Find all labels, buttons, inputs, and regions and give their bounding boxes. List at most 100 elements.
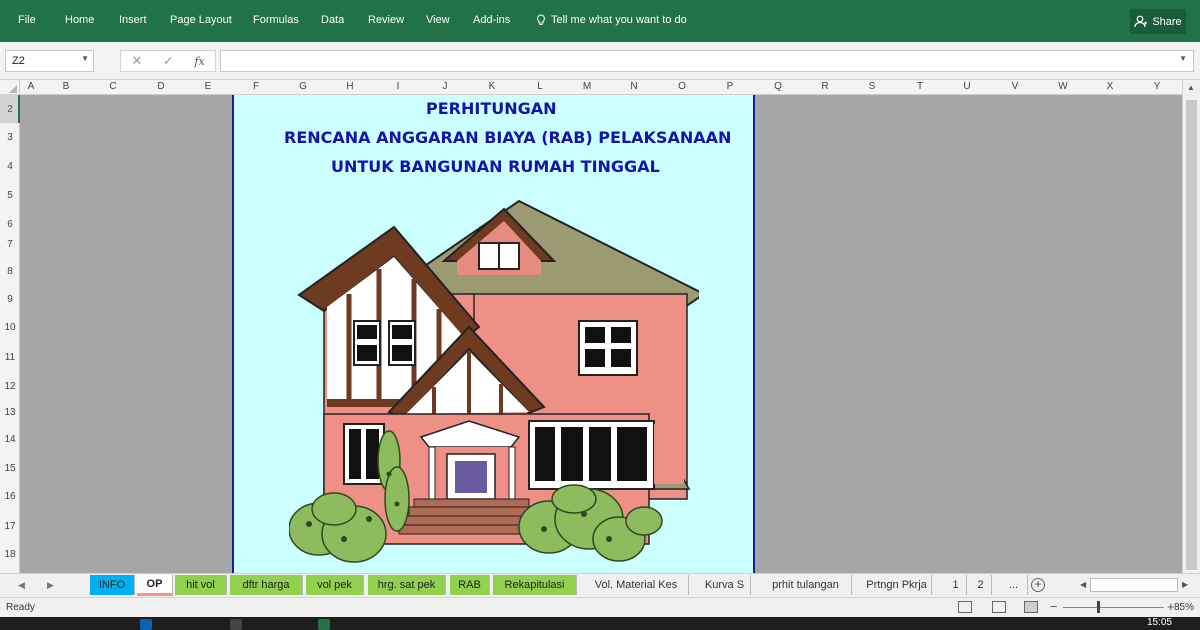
column-header-u[interactable]: U [957, 81, 977, 92]
sheet-tab-hit-vol[interactable]: hit vol [175, 575, 227, 595]
column-header-b[interactable]: B [56, 81, 76, 92]
tab-scroll-right-icon[interactable]: ▶ [47, 580, 54, 591]
zoom-out-icon[interactable]: − [1050, 599, 1058, 614]
sheet-tab-prhit-tulangan[interactable]: prhit tulangan [760, 575, 852, 595]
column-header-w[interactable]: W [1053, 81, 1073, 92]
column-header-p[interactable]: P [720, 81, 740, 92]
row-header-16[interactable]: 16 [0, 491, 20, 502]
sheet-tab-dftr-harga[interactable]: dftr harga [230, 575, 303, 595]
row-header-15[interactable]: 15 [0, 463, 20, 474]
column-header-q[interactable]: Q [768, 81, 788, 92]
scroll-thumb[interactable] [1186, 100, 1197, 570]
row-header-7[interactable]: 7 [0, 239, 20, 250]
row-header-9[interactable]: 9 [0, 294, 20, 305]
tab-data[interactable]: Data [321, 14, 344, 26]
tab-insert[interactable]: Insert [119, 14, 147, 26]
column-header-k[interactable]: K [482, 81, 502, 92]
column-header-g[interactable]: G [293, 81, 313, 92]
share-button[interactable]: Share [1130, 9, 1186, 34]
sheet-tab-kurva-s[interactable]: Kurva S [699, 575, 751, 595]
row-header-6[interactable]: 6 [0, 219, 20, 230]
browser-icon[interactable] [140, 619, 152, 630]
scroll-left-icon[interactable]: ◀ [1080, 580, 1086, 589]
store-icon[interactable] [230, 619, 242, 630]
row-header-8[interactable]: 8 [0, 266, 20, 277]
sheet-tab-vol-pek[interactable]: vol pek [306, 575, 364, 595]
chevron-down-icon[interactable]: ▼ [81, 54, 89, 63]
zoom-slider-thumb[interactable] [1097, 601, 1100, 613]
horizontal-scroll-track[interactable] [1090, 578, 1178, 592]
tab-add-ins[interactable]: Add-ins [473, 14, 510, 26]
expand-formula-icon[interactable]: ▼ [1179, 54, 1187, 63]
column-header-x[interactable]: X [1100, 81, 1120, 92]
tab-file[interactable]: File [18, 14, 36, 26]
row-header-17[interactable]: 17 [0, 521, 20, 532]
sheet-tab-op[interactable]: OP [137, 575, 173, 596]
scroll-up-icon[interactable]: ▲ [1187, 83, 1195, 92]
column-header-r[interactable]: R [815, 81, 835, 92]
normal-view-icon[interactable] [958, 601, 972, 613]
page-break-view-icon[interactable] [1024, 601, 1038, 613]
column-header-n[interactable]: N [624, 81, 644, 92]
insert-function-icon[interactable]: fx [194, 55, 204, 68]
column-header-h[interactable]: H [340, 81, 360, 92]
select-all-corner[interactable] [0, 80, 20, 95]
zoom-level[interactable]: 85% [1174, 602, 1194, 613]
row-header-2[interactable]: 2 [0, 104, 20, 115]
excel-icon[interactable] [318, 619, 330, 630]
column-header-c[interactable]: C [103, 81, 123, 92]
zoom-slider[interactable] [1063, 607, 1164, 608]
column-header-d[interactable]: D [151, 81, 171, 92]
row-header-3[interactable]: 3 [0, 132, 20, 143]
row-header-5[interactable]: 5 [0, 190, 20, 201]
column-header-j[interactable]: J [435, 81, 455, 92]
sheet-tab-vol-material-kes[interactable]: Vol. Material Kes [584, 575, 689, 595]
column-header-s[interactable]: S [862, 81, 882, 92]
tab-review[interactable]: Review [368, 14, 404, 26]
tab-home[interactable]: Home [65, 14, 94, 26]
tab-view[interactable]: View [426, 14, 450, 26]
add-sheet-icon[interactable]: + [1031, 578, 1045, 592]
sheet-tab-info[interactable]: INFO [90, 575, 135, 595]
sheet-tab-more[interactable]: ... [1000, 575, 1028, 595]
horizontal-scrollbar[interactable]: ◀ ▶ [1078, 578, 1190, 592]
sheet-tab-rab[interactable]: RAB [450, 575, 490, 595]
row-header-11[interactable]: 11 [0, 352, 20, 363]
row-header-18[interactable]: 18 [0, 549, 20, 560]
enter-icon[interactable]: ✓ [163, 53, 174, 69]
row-header-10[interactable]: 10 [0, 322, 20, 333]
sheet-tab-rekapitulasi[interactable]: Rekapitulasi [493, 575, 577, 595]
tab-scroll-left-icon[interactable]: ◀ [18, 580, 25, 591]
tab-formulas[interactable]: Formulas [253, 14, 299, 26]
column-header-a[interactable]: A [21, 81, 41, 92]
house-illustration [289, 199, 699, 563]
column-header-o[interactable]: O [672, 81, 692, 92]
title-line-1: PERHITUNGAN [426, 99, 557, 118]
vertical-scrollbar[interactable]: ▲ [1182, 80, 1200, 573]
row-header-4[interactable]: 4 [0, 161, 20, 172]
name-box[interactable]: Z2 ▼ [5, 50, 94, 72]
row-header-13[interactable]: 13 [0, 407, 20, 418]
tell-me-box[interactable]: Tell me what you want to do [536, 14, 687, 26]
sheet-tab-1[interactable]: 1 [945, 575, 967, 595]
row-header-12[interactable]: 12 [0, 381, 20, 392]
sheet-tab-prtngn-pkrja[interactable]: Prtngn Pkrja [862, 575, 932, 595]
scroll-right-icon[interactable]: ▶ [1182, 580, 1188, 589]
sheet-tab-2[interactable]: 2 [970, 575, 992, 595]
column-header-v[interactable]: V [1005, 81, 1025, 92]
column-header-m[interactable]: M [577, 81, 597, 92]
cancel-icon[interactable]: ✕ [131, 53, 142, 69]
tab-page-layout[interactable]: Page Layout [170, 14, 232, 26]
sheet-tabs-bar: ◀ ▶ + ◀ ▶ INFO OP hit vol dftr harga vol pek… [0, 573, 1200, 597]
sheet-tab-hrg-sat-pek[interactable]: hrg. sat pek [368, 575, 446, 595]
column-header-y[interactable]: Y [1147, 81, 1167, 92]
worksheet-grid[interactable]: PERHITUNGAN RENCANA ANGGARAN BIAYA (RAB)… [20, 95, 1182, 573]
column-header-l[interactable]: L [530, 81, 550, 92]
row-header-14[interactable]: 14 [0, 434, 20, 445]
formula-input[interactable]: ▼ [220, 50, 1194, 72]
page-layout-view-icon[interactable] [992, 601, 1006, 613]
column-header-t[interactable]: T [910, 81, 930, 92]
column-header-f[interactable]: F [246, 81, 266, 92]
column-header-e[interactable]: E [198, 81, 218, 92]
column-header-i[interactable]: I [388, 81, 408, 92]
